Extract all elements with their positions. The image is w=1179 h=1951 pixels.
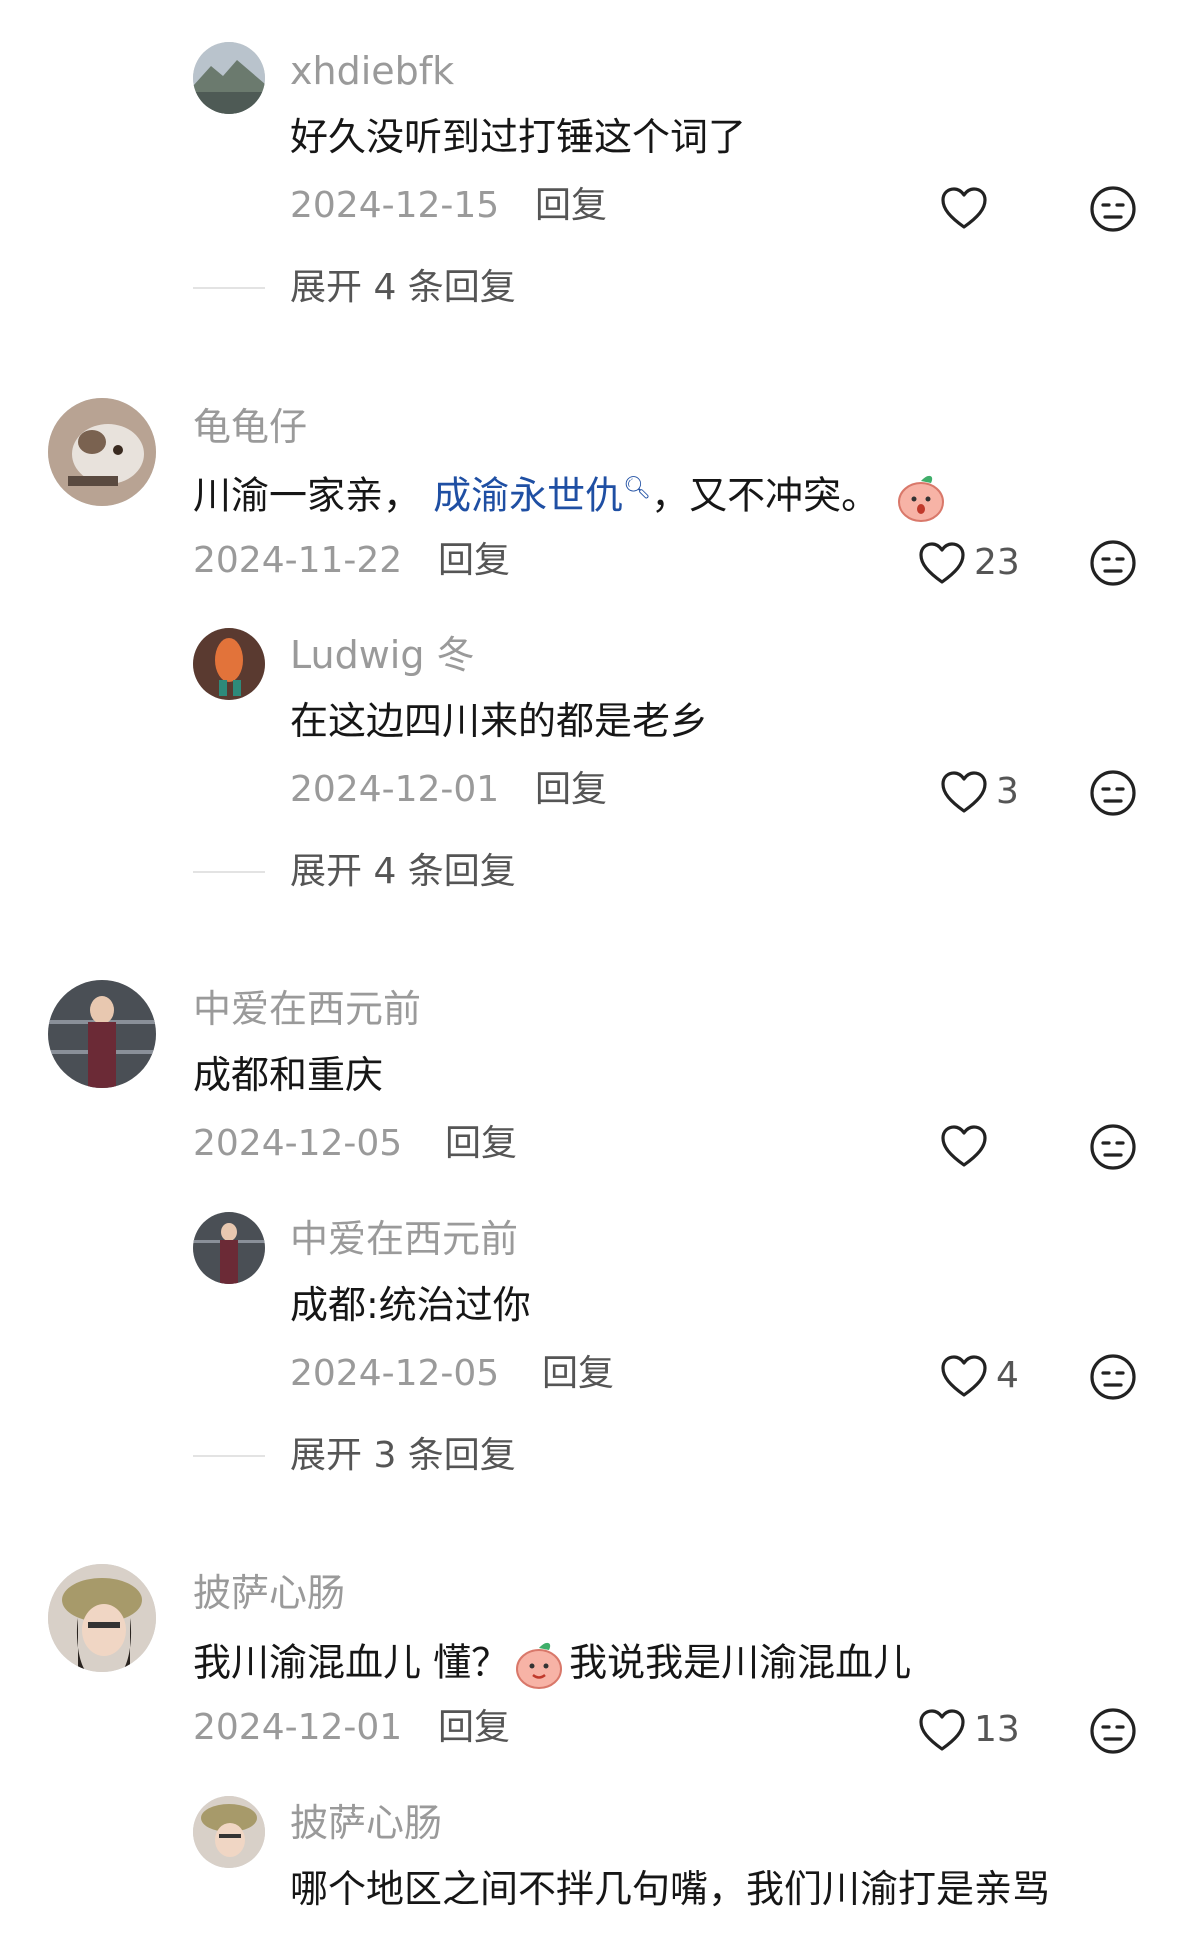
avatar-image — [193, 1796, 265, 1868]
reply-username[interactable]: 披萨心肠 — [290, 1804, 442, 1842]
reply-button[interactable]: 回复 — [438, 1710, 510, 1746]
like-button[interactable]: 13 — [918, 1706, 1020, 1754]
avatar[interactable] — [193, 1212, 265, 1284]
reply-text: 成都:统治过你 — [290, 1283, 531, 1327]
comment-date: 2024-12-15 — [290, 185, 500, 226]
reply-date: 2024-12-01 — [290, 769, 500, 810]
comment-username[interactable]: 中爱在西元前 — [193, 990, 421, 1028]
dislike-icon[interactable] — [1089, 539, 1137, 587]
avatar-image — [48, 980, 156, 1088]
like-button[interactable]: 23 — [918, 539, 1020, 587]
reply-text: 在这边四川来的都是老乡 — [290, 699, 709, 743]
comment-feed: xhdiebfk 好久没听到过打锤这个词了 2024-12-15 回复 展开 4… — [0, 0, 1179, 1951]
comment-text-part: 川渝一家亲， — [193, 473, 422, 518]
avatar-image — [48, 1564, 156, 1672]
comment-text: 我川渝混血儿 懂？ 我说我是川渝混血儿 — [193, 1640, 911, 1690]
like-button[interactable]: 3 — [940, 768, 1019, 816]
avatar[interactable] — [193, 628, 265, 700]
comment-date: 2024-12-05 — [193, 1123, 403, 1164]
avatar[interactable] — [48, 980, 156, 1088]
like-count: 13 — [974, 1709, 1020, 1750]
heart-icon — [941, 1355, 987, 1397]
comment-username[interactable]: xhdiebfk — [290, 52, 454, 90]
expand-replies[interactable]: 展开 3 条回复 — [290, 1438, 516, 1474]
peach-emoji-icon — [516, 1642, 563, 1689]
reply-button[interactable]: 回复 — [445, 1126, 517, 1162]
reply-button[interactable]: 回复 — [438, 543, 510, 579]
comment-username[interactable]: 龟龟仔 — [193, 408, 307, 446]
avatar-image — [193, 628, 265, 700]
comment-text-part: 我川渝混血儿 懂？ — [193, 1640, 510, 1685]
heart-icon — [919, 542, 965, 584]
comment-text: 成都和重庆 — [193, 1053, 384, 1097]
like-count: 4 — [996, 1355, 1019, 1396]
expand-divider — [193, 871, 265, 873]
reply-username[interactable]: Ludwig 冬 — [290, 636, 475, 674]
reply-button[interactable]: 回复 — [535, 188, 607, 224]
dislike-icon[interactable] — [1089, 1123, 1137, 1171]
heart-icon — [919, 1709, 965, 1751]
dislike-icon[interactable] — [1089, 769, 1137, 817]
reply-text: 哪个地区之间不拌几句嘴，我们川渝打是亲骂 — [290, 1867, 1051, 1911]
expand-replies[interactable]: 展开 4 条回复 — [290, 270, 516, 306]
like-button[interactable]: 4 — [940, 1352, 1019, 1400]
avatar-image — [193, 1212, 265, 1284]
reply-button[interactable]: 回复 — [542, 1356, 614, 1392]
comment-date: 2024-11-22 — [193, 540, 403, 581]
reply-button[interactable]: 回复 — [535, 772, 607, 808]
search-link[interactable]: 成渝永世仇 — [433, 474, 623, 518]
peach-emoji-icon — [898, 475, 945, 522]
avatar[interactable] — [193, 42, 265, 114]
avatar[interactable] — [48, 398, 156, 506]
expand-divider — [193, 1455, 265, 1457]
reply-date: 2024-12-05 — [290, 1353, 500, 1394]
heart-icon — [941, 1125, 987, 1167]
like-count: 23 — [974, 542, 1020, 583]
comment-text-part: 我说我是川渝混血儿 — [569, 1640, 912, 1685]
avatar-image — [193, 42, 265, 114]
heart-icon — [941, 771, 987, 813]
avatar[interactable] — [193, 1796, 265, 1868]
dislike-icon[interactable] — [1089, 1353, 1137, 1401]
comment-text: 好久没听到过打锤这个词了 — [290, 115, 747, 159]
comment-text-part: ，又不冲突。 — [651, 473, 880, 518]
avatar[interactable] — [48, 1564, 156, 1672]
like-count: 3 — [996, 771, 1019, 812]
like-button[interactable] — [940, 184, 988, 232]
expand-replies[interactable]: 展开 4 条回复 — [290, 854, 516, 890]
reply-username[interactable]: 中爱在西元前 — [290, 1220, 518, 1258]
like-button[interactable] — [940, 1122, 988, 1170]
expand-divider — [193, 287, 265, 289]
dislike-icon[interactable] — [1089, 185, 1137, 233]
comment-date: 2024-12-01 — [193, 1707, 403, 1748]
heart-icon — [941, 187, 987, 229]
comment-text: 川渝一家亲， 成渝永世仇🔍︎，又不冲突。 — [193, 473, 951, 523]
comment-username[interactable]: 披萨心肠 — [193, 1574, 345, 1612]
avatar-image — [48, 398, 156, 506]
search-icon: 🔍︎ — [623, 475, 652, 501]
dislike-icon[interactable] — [1089, 1707, 1137, 1755]
